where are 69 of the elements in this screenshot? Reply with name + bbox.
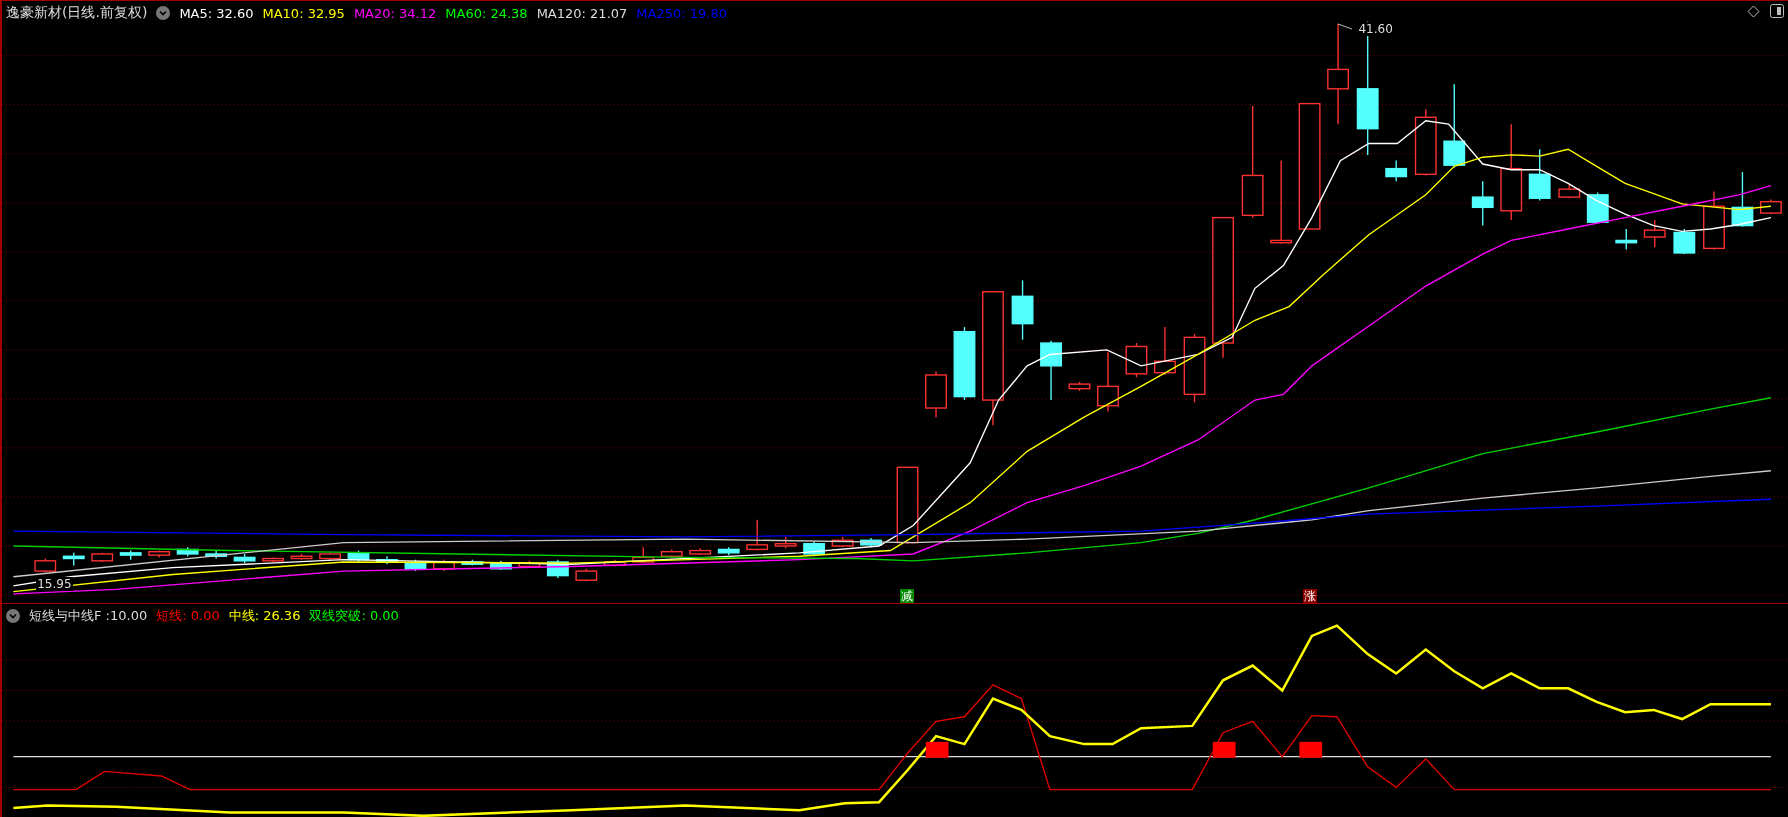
candlestick [1643,219,1666,248]
candlestick [262,556,285,563]
candlestick [575,568,598,583]
ma-value: MA5: 32.60 [179,5,254,21]
diamond-icon[interactable] [1747,4,1760,18]
candlestick [376,555,398,565]
candlestick [803,540,826,557]
panel-toggle-icon[interactable] [1770,4,1784,18]
signal-tag: 涨 [1302,589,1317,603]
ma-value: MA60: 24.38 [445,5,528,21]
indicator-value: 中线: 26.36 [228,607,301,625]
candlestick [746,519,769,552]
candlestick [1471,180,1494,227]
candlestick [1703,190,1725,251]
candlestick [1068,381,1091,392]
high-price-label: 41.60 [1357,21,1394,36]
candlestick [433,559,455,572]
candlestick [1097,351,1119,413]
candlestick [1673,228,1696,255]
candlestick [774,536,797,549]
signal-marker [925,741,949,758]
low-price-label: 15.95 [36,576,73,591]
candlestick [632,546,655,564]
ma-value: MA10: 32.95 [262,5,345,21]
candlestick [1759,198,1782,215]
indicator-value: 短线: 0.00 [156,607,220,625]
candlestick [1385,159,1408,182]
candlestick [91,552,114,563]
candlestick [1558,182,1581,199]
candlestick [1528,148,1551,202]
candlestick [925,370,947,418]
signal-marker [1299,741,1323,758]
candlestick [603,559,626,568]
candlestick [62,552,85,567]
candlestick [176,546,199,557]
candlestick [518,560,541,569]
candlestick [1731,171,1754,228]
candlestick [660,548,683,560]
ma-value: MA20: 34.12 [353,5,437,21]
candlestick [119,549,142,561]
candlestick [34,557,57,573]
candlestick [860,537,882,548]
ma-value: MA120: 21.07 [536,5,628,21]
signal-tag: 减 [899,589,914,603]
signal-marker [1212,741,1236,758]
candlestick [1154,326,1176,376]
candlestick [489,560,512,571]
candlestick [205,549,228,560]
dropdown-icon[interactable] [6,609,20,623]
candlestick [546,559,569,579]
chart-title: 逸豪新材(日线.前复权) [6,4,148,22]
candlestick [717,546,740,556]
candlestick [831,536,854,548]
candlestick [319,552,341,562]
candlestick [1040,340,1062,401]
ma-value: MA250: 19.80 [636,5,727,21]
candlestick [689,547,712,556]
candlestick [1414,108,1437,177]
candlestick [148,549,171,559]
candlestick [290,553,313,561]
candlestick [233,553,256,564]
candlestick [1183,333,1206,403]
candlestick [1011,279,1034,341]
candlestick [1615,228,1638,251]
candlestick [1586,191,1609,224]
dropdown-icon[interactable] [156,6,171,20]
indicator-title: 短线与中线F :10.00 [29,607,148,625]
indicator-value: 双线突破: 0.00 [309,607,399,625]
candlestick [1125,342,1148,378]
